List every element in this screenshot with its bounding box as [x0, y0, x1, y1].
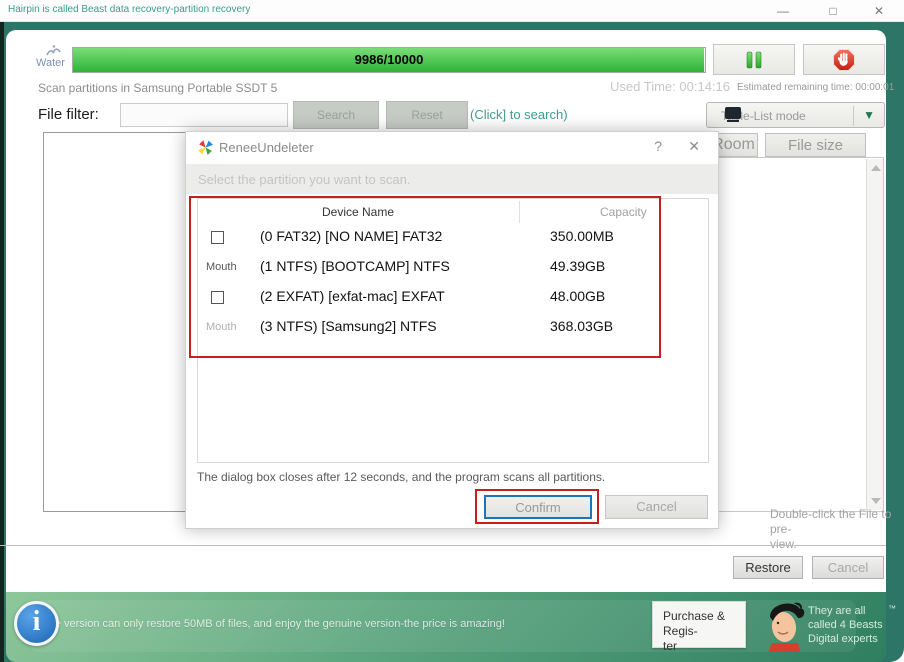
- table-list-mode-icon: [725, 107, 741, 119]
- partition-checkbox[interactable]: [211, 291, 224, 304]
- column-divider: [519, 201, 520, 223]
- close-button[interactable]: ✕: [864, 0, 894, 22]
- file-filter-input[interactable]: [120, 103, 288, 127]
- checkbox-checked-label[interactable]: Mouth: [206, 321, 237, 333]
- confirm-button[interactable]: Confirm: [484, 495, 592, 519]
- checkbox-checked-label[interactable]: Mouth: [206, 261, 237, 273]
- dialog-title: ReneeUndeleter: [219, 140, 314, 155]
- close-icon: ✕: [874, 4, 884, 18]
- promo-text: The free version can only restore 50MB o…: [20, 618, 580, 630]
- water-icon: [44, 44, 64, 57]
- stop-icon: [832, 48, 856, 72]
- dialog-cancel-button[interactable]: Cancel: [605, 495, 708, 519]
- view-mode-dropdown[interactable]: Table-List mode ▼: [706, 102, 885, 128]
- reset-button[interactable]: Reset: [386, 101, 468, 129]
- brand-tagline: They are all ™ called 4 Beasts Digital e…: [808, 604, 900, 646]
- bottom-separator: [0, 545, 886, 546]
- progress-label: 9986/10000: [73, 48, 705, 72]
- column-header-file-size[interactable]: File size: [765, 133, 866, 157]
- table-row[interactable]: Mouth (1 NTFS) [BOOTCAMP] NTFS 49.39GB: [198, 255, 708, 285]
- column-header-capacity: Capacity: [600, 205, 647, 219]
- minimize-button[interactable]: —: [768, 0, 798, 22]
- file-filter-label: File filter:: [38, 106, 99, 123]
- chevron-down-icon[interactable]: [871, 498, 881, 504]
- restore-button[interactable]: Restore: [733, 556, 803, 579]
- dialog-help-button[interactable]: ?: [654, 138, 662, 154]
- partition-checkbox[interactable]: [211, 231, 224, 244]
- dialog-subtitle-strip: Select the partition you want to scan.: [186, 164, 718, 194]
- table-row[interactable]: Mouth (3 NTFS) [Samsung2] NTFS 368.03GB: [198, 315, 708, 345]
- table-row[interactable]: (0 FAT32) [NO NAME] FAT32 350.00MB: [198, 225, 708, 255]
- info-icon: i: [14, 601, 59, 646]
- partition-table: Device Name Capacity (0 FAT32) [NO NAME]…: [197, 198, 709, 463]
- water-label: Water: [36, 57, 65, 69]
- trademark-symbol: ™: [888, 602, 896, 616]
- stop-button[interactable]: [803, 44, 885, 75]
- scan-status-text: Scan partitions in Samsung Portable SSDT…: [38, 81, 277, 95]
- pause-icon: [744, 51, 764, 69]
- search-hint-text: (Click] to search): [470, 107, 568, 122]
- dialog-footer-note: The dialog box closes after 12 seconds, …: [197, 470, 605, 484]
- partition-select-dialog: ReneeUndeleter ? ✕ Select the partition …: [185, 131, 719, 529]
- dialog-subtitle: Select the partition you want to scan.: [198, 172, 410, 187]
- table-row[interactable]: (2 EXFAT) [exfat-mac] EXFAT 48.00GB: [198, 285, 708, 315]
- pause-button[interactable]: [713, 44, 795, 75]
- cancel-button[interactable]: Cancel: [812, 556, 884, 579]
- file-list-scrollbar[interactable]: [866, 159, 883, 510]
- chevron-down-icon: ▼: [863, 108, 875, 122]
- dropdown-divider: [853, 106, 854, 126]
- mascot-icon: [758, 599, 810, 653]
- chevron-up-icon[interactable]: [871, 165, 881, 171]
- dialog-close-button[interactable]: ✕: [688, 138, 700, 155]
- titlebar: Hairpin is called Beast data recovery-pa…: [0, 0, 904, 22]
- window-title: Hairpin is called Beast data recovery-pa…: [8, 4, 250, 15]
- used-time-text: Used Time: 00:14:16: [560, 79, 730, 94]
- scan-progress-bar: 9986/10000: [72, 47, 706, 73]
- maximize-button[interactable]: □: [818, 0, 848, 22]
- maximize-icon: □: [829, 4, 836, 18]
- purchase-register-button[interactable]: Purchase & Regis- ter: [652, 601, 746, 648]
- remaining-time-text: Estimated remaining time: 00:00:01: [737, 82, 904, 93]
- renee-undeleter-logo-icon: [197, 139, 214, 156]
- column-header-device-name: Device Name: [198, 205, 518, 219]
- search-button[interactable]: Search: [293, 101, 379, 129]
- minimize-icon: —: [777, 4, 789, 18]
